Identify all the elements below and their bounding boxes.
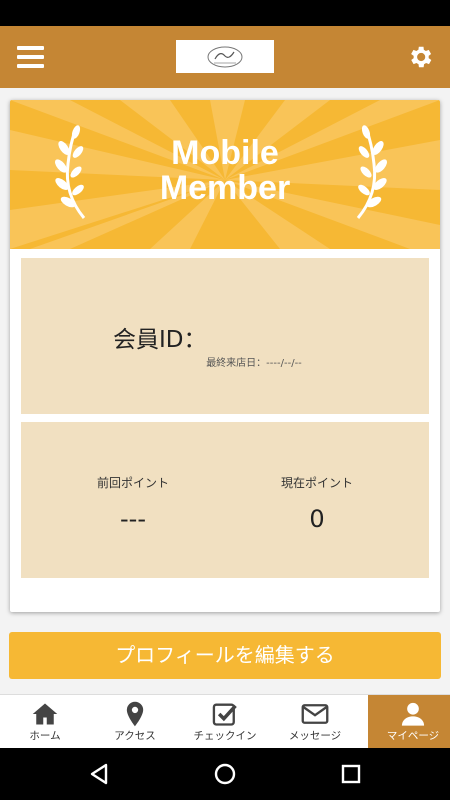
member-id-panel: 会員ID： 最終来店日：----/--/-- xyxy=(21,258,429,414)
tab-message-label: メッセージ xyxy=(288,730,342,742)
tab-mypage[interactable]: マイページ xyxy=(368,695,450,749)
tab-access-label: アクセス xyxy=(114,730,156,742)
tab-home[interactable]: ホーム xyxy=(0,695,90,749)
previous-points: 前回ポイント --- xyxy=(63,474,203,533)
app-header xyxy=(0,26,450,88)
tab-mypage-label: マイページ xyxy=(386,730,440,742)
previous-points-value: --- xyxy=(120,505,146,533)
system-nav-bar xyxy=(0,748,450,800)
status-bar xyxy=(0,0,450,26)
member-id-label: 会員ID： xyxy=(113,327,207,353)
previous-points-label: 前回ポイント xyxy=(96,476,169,490)
tab-checkin[interactable]: チェックイン xyxy=(180,695,270,749)
menu-button[interactable] xyxy=(17,46,44,68)
home-icon xyxy=(32,703,58,725)
gear-icon xyxy=(411,46,432,68)
hamburger-menu-icon-bar xyxy=(17,64,44,68)
settings-button[interactable] xyxy=(406,43,434,71)
hamburger-menu-icon xyxy=(17,46,44,50)
edit-profile-button[interactable]: プロフィールを編集する xyxy=(9,632,441,679)
home-circle-icon xyxy=(214,763,236,785)
nav-back-button[interactable] xyxy=(86,760,114,788)
nav-home-button[interactable] xyxy=(211,760,239,788)
recents-square-icon xyxy=(341,764,361,784)
banner-title-line1: Mobile xyxy=(171,134,279,172)
member-banner: Mobile Member xyxy=(10,100,440,249)
current-points-value: 0 xyxy=(309,505,325,533)
tab-message[interactable]: メッセージ xyxy=(270,695,360,749)
tab-home-label: ホーム xyxy=(29,730,61,742)
hamburger-menu-icon-bar xyxy=(17,55,44,59)
nav-recents-button[interactable] xyxy=(337,760,365,788)
checkin-icon xyxy=(212,703,237,726)
current-points: 現在ポイント 0 xyxy=(247,474,387,533)
mail-icon xyxy=(301,704,329,724)
tab-checkin-label: チェックイン xyxy=(193,730,257,742)
points-panel: 前回ポイント --- 現在ポイント 0 xyxy=(21,422,429,578)
tab-access[interactable]: アクセス xyxy=(90,695,180,749)
last-visit-date: 最終来店日：----/--/-- xyxy=(206,358,302,369)
main-content: Mobile Member 会員ID： 最終来店日：----/--/-- 前回ポ… xyxy=(0,88,450,694)
user-icon xyxy=(401,702,425,726)
banner-title-line2: Member xyxy=(159,169,291,207)
member-card: Mobile Member 会員ID： 最終来店日：----/--/-- 前回ポ… xyxy=(10,100,440,612)
banner-title: Mobile Member xyxy=(10,136,440,206)
back-triangle-icon xyxy=(90,763,108,785)
map-pin-icon xyxy=(126,701,144,727)
store-logo xyxy=(176,40,274,73)
bottom-tab-bar: ホーム アクセス チェックイン メッセージ マイページ xyxy=(0,694,450,749)
current-points-label: 現在ポイント xyxy=(280,476,353,490)
logo-emblem-icon xyxy=(207,46,243,67)
